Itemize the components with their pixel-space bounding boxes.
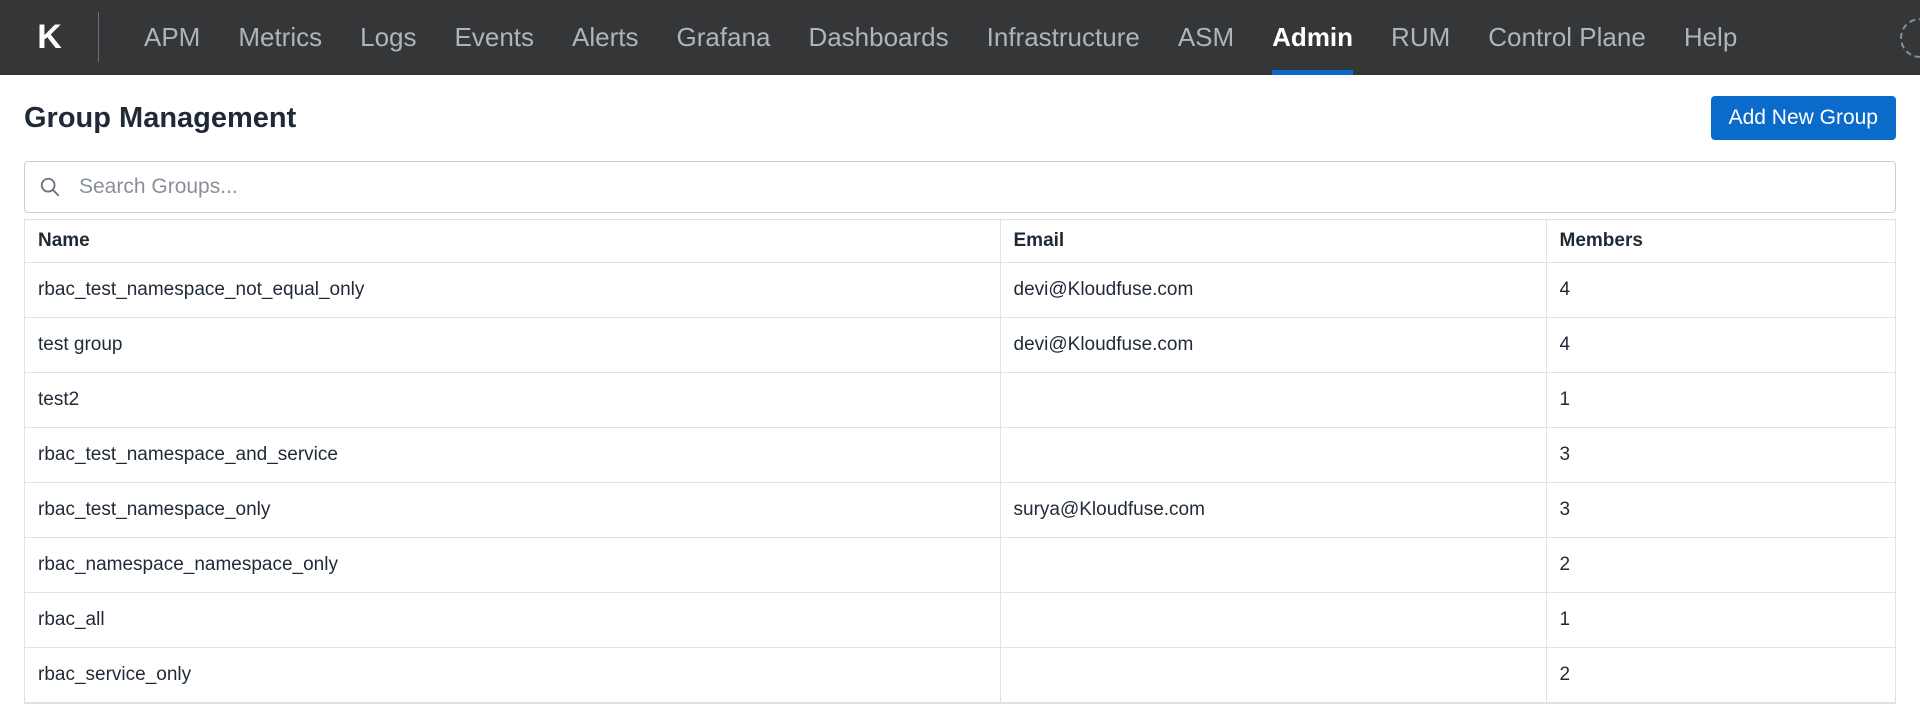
table-row[interactable]: rbac_all 1: [25, 592, 1895, 648]
top-navigation-bar: K APM Metrics Logs Events Alerts Grafana Dashb…: [0, 0, 1920, 75]
avatar[interactable]: [1900, 18, 1920, 58]
cell-members: 4: [1546, 262, 1895, 318]
cell-name: rbac_service_only: [25, 647, 1001, 703]
cell-name: test group: [25, 317, 1001, 373]
search-box[interactable]: [24, 161, 1896, 213]
nav-item-rum[interactable]: RUM: [1391, 0, 1450, 75]
cell-members: 3: [1546, 427, 1895, 483]
cell-name: rbac_namespace_namespace_only: [25, 537, 1001, 593]
cell-name: rbac_all: [25, 592, 1001, 648]
nav-item-logs[interactable]: Logs: [360, 0, 416, 75]
table-row[interactable]: rbac_test_namespace_and_service 3: [25, 427, 1895, 483]
table-row[interactable]: rbac_test_namespace_only surya@Kloudfuse.…: [25, 482, 1895, 538]
cell-email: [1000, 427, 1547, 483]
groups-table: Name Email Members rbac_test_namespace_n…: [24, 219, 1896, 704]
cell-name: rbac_test_namespace_not_equal_only: [25, 262, 1001, 318]
table-row[interactable]: test2 1: [25, 372, 1895, 428]
table-row[interactable]: rbac_test_namespace_not_equal_only devi@K…: [25, 262, 1895, 318]
page-header: Group Management Add New Group: [24, 75, 1896, 161]
table-row[interactable]: rbac_namespace_namespace_only 2: [25, 537, 1895, 593]
logo-letter: K: [37, 18, 62, 56]
cell-email: devi@Kloudfuse.com: [1000, 262, 1547, 318]
cell-members: 1: [1546, 592, 1895, 648]
cell-name: test2: [25, 372, 1001, 428]
nav-item-control-plane[interactable]: Control Plane: [1488, 0, 1646, 75]
column-header-name[interactable]: Name: [25, 220, 1001, 263]
cell-members: 3: [1546, 482, 1895, 538]
cell-members: 2: [1546, 537, 1895, 593]
cell-name: rbac_test_namespace_and_service: [25, 427, 1001, 483]
table-header-row: Name Email Members: [25, 220, 1895, 263]
nav-item-infrastructure[interactable]: Infrastructure: [987, 0, 1140, 75]
add-new-group-button[interactable]: Add New Group: [1710, 96, 1896, 140]
table-row[interactable]: test group devi@Kloudfuse.com 4: [25, 317, 1895, 373]
column-header-members[interactable]: Members: [1546, 220, 1895, 263]
nav-item-asm[interactable]: ASM: [1178, 0, 1234, 75]
cell-name: rbac_test_namespace_only: [25, 482, 1001, 538]
nav-item-dashboards[interactable]: Dashboards: [808, 0, 948, 75]
nav-item-help[interactable]: Help: [1684, 0, 1737, 75]
main-content: Group Management Add New Group Name Emai…: [24, 75, 1896, 704]
app-logo[interactable]: K: [0, 0, 99, 75]
search-icon: [40, 177, 60, 197]
nav-item-metrics[interactable]: Metrics: [238, 0, 322, 75]
cell-members: 4: [1546, 317, 1895, 373]
cell-email: [1000, 537, 1547, 593]
nav-item-admin[interactable]: Admin: [1272, 0, 1353, 75]
nav-item-alerts[interactable]: Alerts: [572, 0, 638, 75]
cell-email: [1000, 372, 1547, 428]
nav-item-grafana[interactable]: Grafana: [676, 0, 770, 75]
search-input[interactable]: [79, 167, 1881, 207]
logo-divider: [98, 12, 99, 62]
cell-email: surya@Kloudfuse.com: [1000, 482, 1547, 538]
page-title: Group Management: [24, 101, 297, 134]
column-header-email[interactable]: Email: [1000, 220, 1547, 263]
cell-email: [1000, 647, 1547, 703]
cell-email: devi@Kloudfuse.com: [1000, 317, 1547, 373]
table-row[interactable]: rbac_service_only 2: [25, 647, 1895, 703]
nav-item-apm[interactable]: APM: [144, 0, 200, 75]
nav-item-events[interactable]: Events: [455, 0, 535, 75]
cell-members: 1: [1546, 372, 1895, 428]
cell-email: [1000, 592, 1547, 648]
main-nav: APM Metrics Logs Events Alerts Grafana Dashboa…: [144, 0, 1775, 75]
cell-members: 2: [1546, 647, 1895, 703]
